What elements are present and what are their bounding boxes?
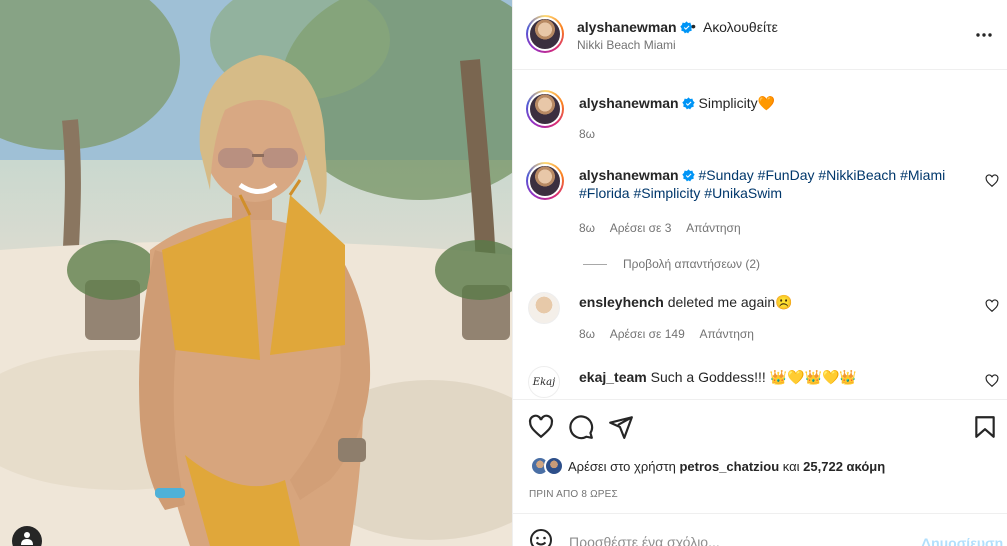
- like-heart-icon[interactable]: [528, 414, 554, 440]
- comment-username[interactable]: ekaj_team: [579, 369, 647, 385]
- share-icon[interactable]: [608, 414, 634, 440]
- following-button[interactable]: Ακολουθείτε: [703, 19, 778, 35]
- view-replies-label: Προβολή απαντήσεων (2): [623, 257, 761, 271]
- comment-input[interactable]: [569, 534, 909, 546]
- caption-username[interactable]: alyshanewman: [579, 95, 679, 111]
- comment-meta: 8ω Αρέσει σε 3 Απάντηση: [579, 221, 753, 235]
- likes-prefix: Αρέσει στο χρήστη: [568, 458, 676, 474]
- add-comment-bar: Δημοσίευση: [513, 513, 1007, 546]
- more-options-icon[interactable]: [975, 26, 993, 44]
- caption-time[interactable]: 8ω: [579, 127, 595, 141]
- emoji-icon[interactable]: [529, 528, 553, 546]
- hashtag-link[interactable]: #Simplicity: [633, 185, 700, 201]
- comment-meta: 8ω Αρέσει σε 149 Απάντηση: [579, 327, 766, 341]
- comment-time[interactable]: 8ω: [579, 327, 595, 341]
- post-actions: Αρέσει στο χρήστη petros_chatziou και 25…: [513, 399, 1007, 513]
- hashtag-link[interactable]: #Florida: [579, 185, 630, 201]
- post-time[interactable]: ΠΡΙΝ ΑΠΟ 8 ΩΡΕΣ: [529, 489, 618, 500]
- comment-likes[interactable]: Αρέσει σε 149: [610, 327, 685, 341]
- like-comment-heart-icon[interactable]: [985, 374, 999, 388]
- post-header: alyshanewman • Ακολουθείτε Nikki Beach M…: [513, 0, 1007, 70]
- likes-summary[interactable]: Αρέσει στο χρήστη petros_chatziou και 25…: [530, 455, 885, 477]
- liker-avatar: [544, 456, 564, 476]
- photo-illustration: [0, 0, 512, 546]
- comment-time[interactable]: 8ω: [579, 221, 595, 235]
- caption-avatar[interactable]: [526, 90, 564, 128]
- bookmark-icon[interactable]: [972, 414, 998, 440]
- comments-list[interactable]: alyshanewman Simplicity🧡 8ω alyshanewman…: [513, 71, 1007, 399]
- replies-divider: [583, 264, 607, 266]
- comment-text: ensleyhench deleted me again☹️: [579, 293, 959, 311]
- likes-middle: και: [782, 458, 800, 474]
- caption-body: Simplicity: [698, 95, 758, 111]
- publish-button[interactable]: Δημοσίευση: [921, 535, 1003, 546]
- hashtag-link[interactable]: #Miami: [900, 167, 945, 183]
- author-avatar[interactable]: [526, 15, 564, 53]
- like-comment-heart-icon[interactable]: [985, 299, 999, 313]
- comment-text: ekaj_team Such a Goddess!!! 👑💛👑💛👑: [579, 368, 959, 386]
- caption-meta: 8ω: [579, 127, 607, 141]
- comment-emoji: ☹️: [775, 294, 793, 310]
- comment-username[interactable]: alyshanewman: [579, 167, 679, 183]
- comment-avatar[interactable]: [528, 292, 560, 324]
- view-replies-button[interactable]: Προβολή απαντήσεων (2): [583, 257, 760, 271]
- hashtag-link[interactable]: #Sunday: [699, 167, 754, 183]
- separator-dot: •: [691, 18, 696, 34]
- caption-emoji: 🧡: [757, 95, 776, 111]
- like-comment-heart-icon[interactable]: [985, 174, 999, 188]
- reply-button[interactable]: Απάντηση: [686, 221, 741, 235]
- comment-likes[interactable]: Αρέσει σε 3: [610, 221, 672, 235]
- liker-username[interactable]: petros_chatziou: [679, 459, 779, 474]
- hashtag-link[interactable]: #UnikaSwim: [704, 185, 782, 201]
- comment-text: alyshanewman #Sunday #FunDay #NikkiBeach…: [579, 166, 959, 202]
- comment-body: Such a Goddess!!!: [650, 369, 766, 385]
- comment-avatar[interactable]: [526, 162, 564, 200]
- post-sidebar: alyshanewman • Ακολουθείτε Nikki Beach M…: [512, 0, 1007, 546]
- comment-username[interactable]: ensleyhench: [579, 294, 664, 310]
- comment-emoji: 👑💛👑💛👑: [769, 369, 857, 385]
- verified-badge-icon: [681, 169, 695, 182]
- comment-avatar[interactable]: Ekaj: [528, 366, 560, 398]
- caption-text: alyshanewman Simplicity🧡: [579, 94, 959, 112]
- comment-body: deleted me again: [667, 294, 776, 310]
- reply-button[interactable]: Απάντηση: [699, 327, 754, 341]
- post-photo[interactable]: [0, 0, 512, 546]
- comment-icon[interactable]: [568, 414, 594, 440]
- post-location[interactable]: Nikki Beach Miami: [577, 38, 676, 52]
- hashtag-link[interactable]: #FunDay: [758, 167, 815, 183]
- verified-badge-icon: [681, 97, 695, 110]
- likes-text: Αρέσει στο χρήστη petros_chatziou και 25…: [568, 459, 885, 474]
- likes-count[interactable]: 25,722 ακόμη: [803, 459, 885, 474]
- author-username[interactable]: alyshanewman: [577, 19, 693, 35]
- hashtag-link[interactable]: #NikkiBeach: [818, 167, 896, 183]
